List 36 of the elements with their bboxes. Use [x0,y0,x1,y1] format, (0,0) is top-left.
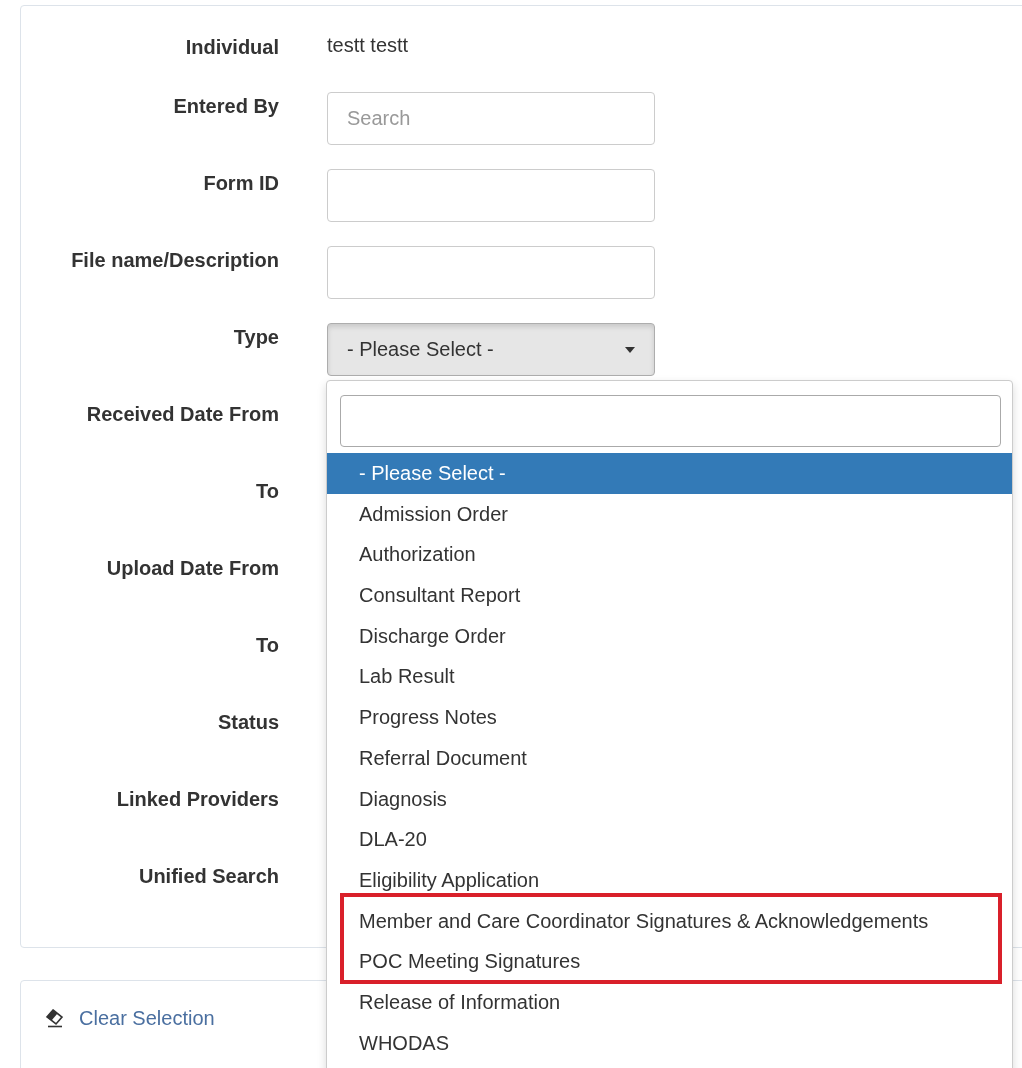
dropdown-option[interactable]: Consultant Report [327,575,1012,616]
input-field[interactable] [327,246,655,299]
dropdown-option[interactable]: Lab Result [327,656,1012,698]
field-label: Individual [184,35,279,59]
field-label: Unified Search [137,864,279,888]
field-label: Upload Date From [105,556,279,580]
dropdown-option[interactable]: DLA-20 [327,819,1012,860]
field-label: Form ID [202,171,279,195]
dropdown-option[interactable]: Discharge Order [327,615,1012,657]
field-value: testt testt [327,33,410,57]
dropdown-option[interactable]: Referral Document [327,737,1012,779]
dropdown-option[interactable]: Eligibility Application [327,859,1012,901]
dropdown-option[interactable]: Member and Care Coordinator Signatures & Acknowledgements [327,900,1012,942]
dropdown-option[interactable]: - Please Select - [327,453,1012,494]
field-label: Received Date From [85,402,279,426]
field-label: To [255,633,279,657]
search-field[interactable] [340,395,1001,447]
dropdown-option[interactable]: Admission Order [327,493,1012,535]
eraser-icon [45,1008,65,1028]
field-label: Entered By [172,94,279,118]
dropdown-option[interactable]: Progress Notes [327,697,1012,738]
field-label: Linked Providers [115,787,279,811]
input-field[interactable]: Search [327,92,655,145]
caret-icon [625,346,635,353]
input-field[interactable] [327,169,655,222]
dropdown-option[interactable]: WHODAS [327,1022,1012,1064]
field-label: File name/Description [70,248,279,272]
dropdown-option[interactable]: POC Meeting Signatures [327,941,1012,982]
clear-selection-link[interactable]: Clear Selection [45,1005,215,1031]
dropdown-option[interactable]: Authorization [327,534,1012,576]
field-label: Type [232,325,279,349]
field-label: To [255,479,279,503]
dropdown-option[interactable]: Diagnosis [327,778,1012,820]
dropdown-option[interactable]: Release of Information [327,981,1012,1023]
field-label: Status [216,710,279,734]
type-select[interactable]: - Please Select - [327,323,655,376]
